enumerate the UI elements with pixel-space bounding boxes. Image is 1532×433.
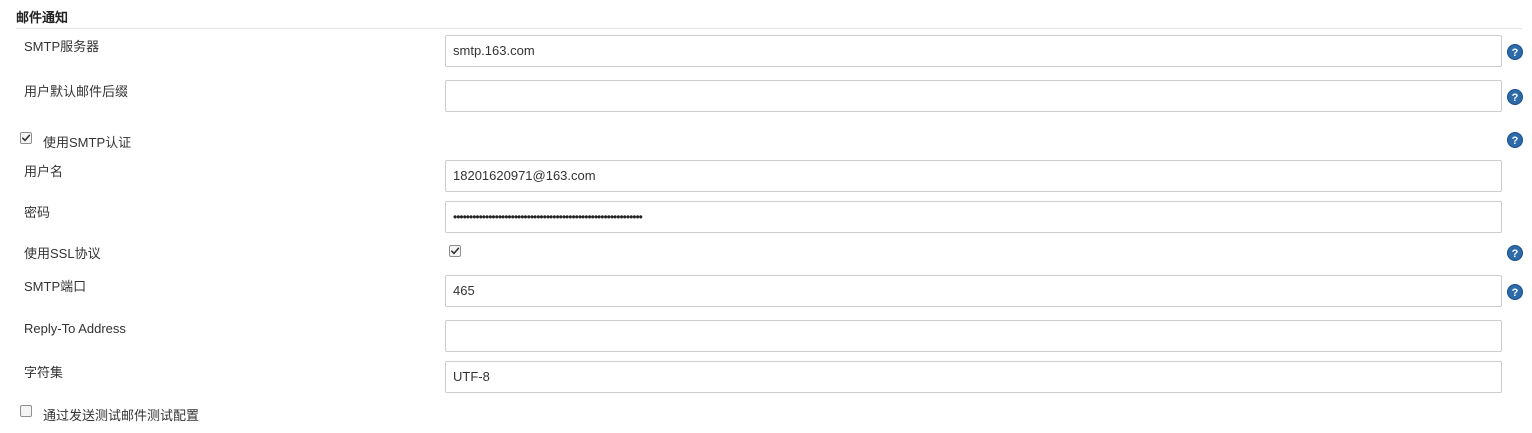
smtp-server-label: SMTP服务器 <box>24 39 100 54</box>
test-config-checkbox[interactable] <box>20 405 32 417</box>
test-config-label: 通过发送测试邮件测试配置 <box>43 408 200 423</box>
charset-input[interactable]: UTF-8 <box>445 361 1502 393</box>
section-title: 邮件通知 <box>16 10 69 25</box>
svg-text:?: ? <box>1512 92 1519 104</box>
svg-text:?: ? <box>1512 248 1519 260</box>
password-input[interactable]: ••••••••••••••••••••••••••••••••••••••••… <box>445 201 1502 233</box>
svg-text:?: ? <box>1512 135 1519 147</box>
smtp-server-input[interactable]: smtp.163.com <box>445 35 1502 67</box>
use-smtp-auth-checkbox[interactable] <box>20 132 32 144</box>
smtp-server-help-icon[interactable]: ? <box>1507 44 1523 60</box>
username-label: 用户名 <box>24 164 64 179</box>
default-suffix-label: 用户默认邮件后缀 <box>24 84 129 99</box>
smtp-port-help-icon[interactable]: ? <box>1507 284 1523 300</box>
use-smtp-auth-label: 使用SMTP认证 <box>43 135 132 150</box>
use-ssl-label: 使用SSL协议 <box>24 246 101 261</box>
checkmark-icon <box>22 134 31 142</box>
charset-label: 字符集 <box>24 365 64 380</box>
default-suffix-help-icon[interactable]: ? <box>1507 89 1523 105</box>
smtp-port-label: SMTP端口 <box>24 279 87 294</box>
reply-to-label: Reply-To Address <box>24 321 126 336</box>
use-ssl-help-icon[interactable]: ? <box>1507 245 1523 261</box>
username-input[interactable]: 18201620971@163.com <box>445 160 1502 192</box>
checkmark-icon <box>451 247 460 255</box>
svg-text:?: ? <box>1512 287 1519 299</box>
reply-to-input[interactable] <box>445 320 1502 352</box>
svg-text:?: ? <box>1512 47 1519 59</box>
use-ssl-checkbox[interactable] <box>449 245 461 257</box>
smtp-port-input[interactable]: 465 <box>445 275 1502 307</box>
use-smtp-auth-help-icon[interactable]: ? <box>1507 132 1523 148</box>
password-label: 密码 <box>24 205 51 220</box>
section-header: 邮件通知 <box>16 6 1522 29</box>
default-suffix-input[interactable] <box>445 80 1502 112</box>
